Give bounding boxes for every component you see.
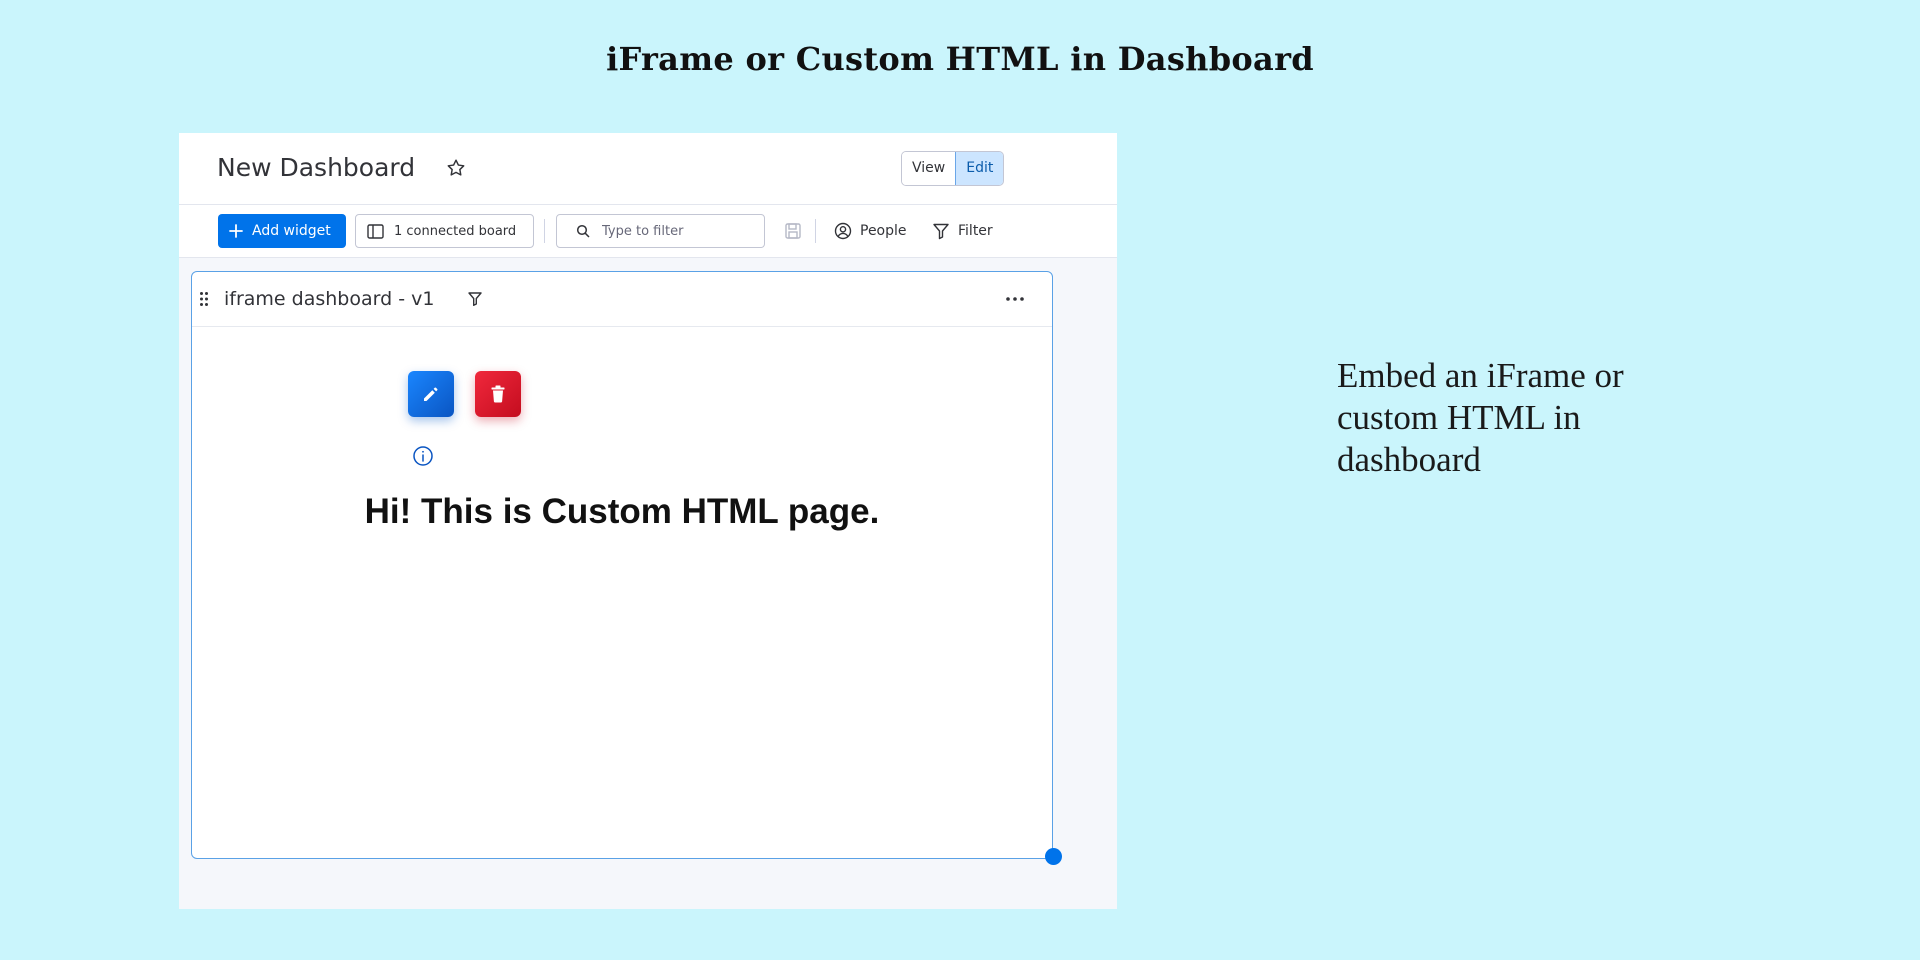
edit-html-button[interactable]	[408, 371, 454, 417]
dashboard-header: New Dashboard View Edit	[179, 133, 1117, 205]
save-icon[interactable]	[784, 222, 802, 240]
view-edit-toggle: View Edit	[901, 151, 1005, 186]
search-icon	[576, 224, 590, 238]
iframe-widget: iframe dashboard - v1 Hi! This is Custom…	[191, 271, 1053, 859]
filter-icon[interactable]	[467, 291, 483, 307]
delete-html-button[interactable]	[475, 371, 521, 417]
filter-label: Filter	[958, 223, 993, 239]
dashboard-title[interactable]: New Dashboard	[217, 153, 415, 182]
drag-handle-icon[interactable]	[199, 291, 209, 307]
side-caption: Embed an iFrame or custom HTML in dashbo…	[1337, 356, 1624, 479]
info-icon[interactable]	[412, 445, 434, 467]
add-widget-button[interactable]: Add widget	[218, 214, 346, 248]
dashboard-app: New Dashboard View Edit Add widget 1 con…	[179, 133, 1117, 909]
search-input[interactable]	[600, 222, 754, 240]
board-icon	[367, 223, 384, 239]
person-circle-icon	[834, 222, 852, 240]
toolbar-divider	[544, 219, 545, 243]
page-heading: iFrame or Custom HTML in Dashboard	[606, 40, 1314, 78]
add-widget-label: Add widget	[252, 223, 331, 239]
filter-button[interactable]: Filter	[932, 214, 993, 248]
widget-title[interactable]: iframe dashboard - v1	[224, 288, 434, 310]
star-icon[interactable]	[445, 157, 467, 179]
custom-html-heading: Hi! This is Custom HTML page.	[364, 492, 880, 531]
edit-mode-button[interactable]: Edit	[955, 152, 1004, 185]
more-icon[interactable]	[1004, 289, 1026, 309]
plus-icon	[229, 224, 243, 238]
toolbar-divider	[815, 219, 816, 243]
pencil-icon	[424, 387, 438, 401]
filter-icon	[933, 223, 949, 240]
connected-boards-button[interactable]: 1 connected board	[355, 214, 534, 248]
people-label: People	[860, 223, 907, 239]
widget-resize-handle[interactable]	[1045, 848, 1062, 865]
widget-header: iframe dashboard - v1	[192, 272, 1052, 327]
connected-boards-label: 1 connected board	[394, 223, 517, 239]
people-button[interactable]: People	[834, 214, 907, 248]
view-mode-button[interactable]: View	[902, 152, 956, 185]
trash-icon	[491, 385, 505, 403]
search-field[interactable]	[556, 214, 765, 248]
